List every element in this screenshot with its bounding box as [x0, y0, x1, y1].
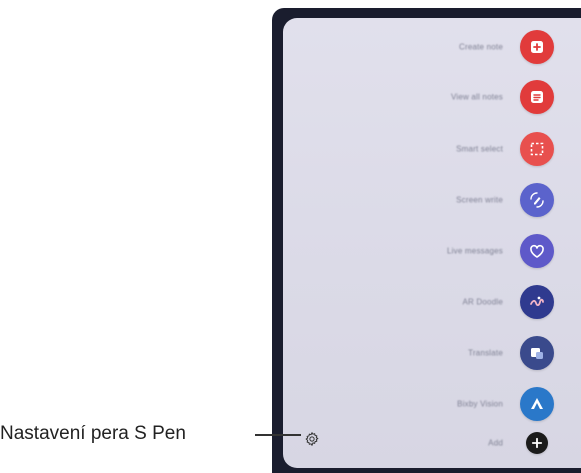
menu-item-label: Smart select	[456, 144, 503, 154]
notes-list-icon[interactable]	[520, 80, 554, 114]
menu-item-translate[interactable]: Translate	[283, 331, 581, 375]
menu-item-ar-doodle[interactable]: AR Doodle	[283, 280, 581, 324]
menu-item-label: Screen write	[456, 195, 503, 205]
screen-write-icon[interactable]	[520, 183, 554, 217]
add-icon[interactable]	[526, 432, 548, 454]
air-command-panel: Create note View all notes Smart select …	[283, 18, 581, 468]
menu-item-live-messages[interactable]: Live messages	[283, 229, 581, 273]
callout-leader-line	[255, 434, 301, 436]
menu-item-add[interactable]: Add	[283, 421, 581, 465]
menu-item-bixby-vision[interactable]: Bixby Vision	[283, 382, 581, 426]
menu-item-label: View all notes	[450, 92, 503, 102]
callout-settings: Nastavení pera S Pen	[0, 423, 186, 445]
vision-icon[interactable]	[520, 387, 554, 421]
menu-item-smart-select[interactable]: Smart select	[283, 127, 581, 171]
menu-item-screen-write[interactable]: Screen write	[283, 178, 581, 222]
translate-icon[interactable]	[520, 336, 554, 370]
menu-item-label: AR Doodle	[462, 297, 503, 307]
menu-item-view-all-notes[interactable]: View all notes	[283, 75, 581, 119]
menu-item-label: Translate	[468, 348, 503, 358]
air-command-menu: Create note View all notes Smart select …	[283, 18, 581, 468]
gear-icon[interactable]	[303, 430, 321, 448]
menu-item-create-note[interactable]: Create note	[283, 25, 581, 69]
menu-item-label: Bixby Vision	[457, 399, 503, 409]
doodle-icon[interactable]	[520, 285, 554, 319]
menu-item-label: Add	[488, 438, 503, 448]
heart-icon[interactable]	[520, 234, 554, 268]
menu-item-label: Live messages	[447, 246, 503, 256]
menu-item-label: Create note	[458, 42, 503, 52]
note-plus-icon[interactable]	[520, 30, 554, 64]
select-frame-icon[interactable]	[520, 132, 554, 166]
callout-label: Nastavení pera S Pen	[0, 423, 186, 444]
